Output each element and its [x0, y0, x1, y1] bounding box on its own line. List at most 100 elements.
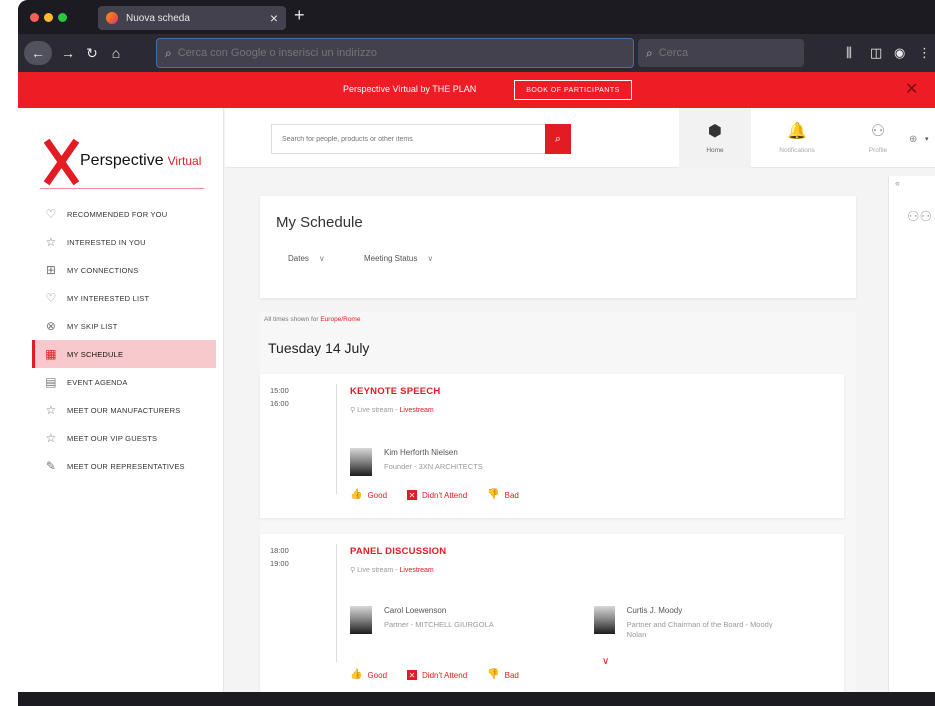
meeting-status-filter[interactable]: Meeting Status ∨ [364, 254, 433, 263]
calendar-clock-icon: ▦ [45, 347, 57, 361]
language-dropdown-icon[interactable]: ▾ [925, 135, 929, 143]
speaker[interactable]: Carol Loewenson Partner - MITCHELL GIURG… [350, 606, 494, 634]
good-button[interactable]: 👍 Good [350, 670, 387, 680]
nav-toolbar: ← → ↻ ⌂ ⌕ ⌕ ⫼ ◫ ◉ ⋮ [18, 34, 935, 72]
day-heading: Tuesday 14 July [268, 340, 370, 356]
chevron-down-icon: ∨ [427, 254, 434, 263]
event-title[interactable]: PANEL DISCUSSION [350, 546, 446, 557]
event-times: 18:00 19:00 [270, 544, 289, 570]
speaker[interactable]: Curtis J. Moody Partner and Chairman of … [594, 606, 784, 640]
browser-search-box[interactable]: ⌕ [638, 39, 804, 67]
forward-button[interactable]: → [58, 43, 78, 63]
event-location: ⚲ Live stream - Livestream [350, 407, 434, 414]
user-icon: ⚇ [870, 122, 886, 140]
sidebar-item-event-agenda[interactable]: ▤ EVENT AGENDA [32, 368, 216, 396]
header-nav-profile[interactable]: ⚇ Profile [851, 108, 905, 168]
didnt-attend-button[interactable]: ✕ Didn't Attend [407, 670, 467, 680]
speaker-name: Kim Herforth Nielsen [384, 448, 458, 457]
brand-name: Perspective Virtual [80, 152, 202, 169]
book-of-participants-button[interactable]: BOOK OF PARTICIPANTS [514, 80, 632, 100]
thumbs-down-icon: 👎 [487, 669, 500, 680]
header-nav-home[interactable]: ⬢ Home [679, 108, 751, 168]
thumbs-up-icon: 👍 [350, 669, 363, 680]
star-icon: ☆ [45, 431, 57, 445]
sidebar-icon[interactable]: ◫ [870, 45, 882, 61]
bad-button[interactable]: 👎 Bad [487, 670, 519, 680]
people-search[interactable]: ⌕ [271, 124, 571, 154]
timezone-note: All times shown for Europe/Rome [264, 316, 361, 323]
bad-button[interactable]: 👎 Bad [487, 490, 519, 500]
close-tab-icon[interactable]: × [270, 11, 278, 25]
people-icon[interactable]: ⚇⚇ [907, 208, 932, 225]
speaker-role: Partner and Chairman of the Board - Mood… [626, 620, 773, 639]
globe-icon[interactable]: ⊕ [909, 134, 917, 145]
browser-search-input[interactable] [658, 47, 796, 59]
good-button[interactable]: 👍 Good [350, 490, 387, 500]
event-start-time: 15:00 [270, 386, 289, 395]
home-button[interactable]: ⌂ [106, 43, 126, 63]
didnt-attend-button[interactable]: ✕ Didn't Attend [407, 490, 467, 500]
right-panel: « ⚇⚇ [888, 176, 935, 692]
event-card-panel: 18:00 19:00 PANEL DISCUSSION ⚲ Live stre… [260, 534, 844, 692]
sidebar-item-my-schedule[interactable]: ▦ MY SCHEDULE [32, 340, 216, 368]
tab-strip: Nuova scheda × + [18, 0, 935, 34]
search-icon: ⌕ [646, 45, 653, 60]
event-card-keynote: 15:00 16:00 KEYNOTE SPEECH ⚲ Live stream… [260, 374, 844, 518]
avatar [350, 448, 372, 476]
edit-icon: ✎ [45, 459, 57, 473]
collapse-panel-icon[interactable]: « [895, 178, 900, 188]
perspective-logo[interactable]: Perspective Virtual [40, 138, 210, 186]
header-nav-label: Notifications [779, 146, 815, 154]
sidebar-item-meet-our-manufacturers[interactable]: ☆ MEET OUR MANUFACTURERS [32, 396, 216, 424]
dates-filter[interactable]: Dates ∨ [288, 254, 325, 263]
livestream-link[interactable]: Livestream [399, 407, 433, 414]
library-icon[interactable]: ⫼ [846, 45, 852, 61]
event-divider [336, 384, 337, 494]
account-icon[interactable]: ◉ [894, 45, 905, 61]
page-header: ⌕ ⬢ Home 🔔 Notifications ⚇ Profile ⊕ ▾ [225, 108, 935, 168]
close-window-button[interactable] [30, 13, 39, 22]
event-title[interactable]: KEYNOTE SPEECH [350, 386, 440, 397]
sidebar-item-label: MY INTERESTED LIST [67, 293, 150, 303]
sidebar: Perspective Virtual ♡ RECOMMENDED FOR YOU ☆… [18, 108, 224, 692]
reload-button[interactable]: ↻ [82, 43, 102, 63]
sidebar-item-meet-our-representatives[interactable]: ✎ MEET OUR REPRESENTATIVES [32, 452, 216, 480]
search-button[interactable]: ⌕ [545, 124, 571, 154]
timezone-link[interactable]: Europe/Rome [320, 316, 360, 323]
livestream-link[interactable]: Livestream [399, 567, 433, 574]
heart-list-icon: ♡ [45, 291, 57, 305]
banner-text: Perspective Virtual by THE PLAN [343, 84, 477, 94]
sidebar-item-label: EVENT AGENDA [67, 377, 128, 387]
sidebar-item-my-interested-list[interactable]: ♡ MY INTERESTED LIST [32, 284, 216, 312]
x-box-icon: ✕ [407, 490, 418, 500]
sidebar-item-my-skip-list[interactable]: ⊗ MY SKIP LIST [32, 312, 216, 340]
sidebar-item-meet-our-vip-guests[interactable]: ☆ MEET OUR VIP GUESTS [32, 424, 216, 452]
sidebar-item-label: MEET OUR VIP GUESTS [67, 433, 158, 443]
back-button[interactable]: ← [24, 41, 52, 65]
sidebar-menu: ♡ RECOMMENDED FOR YOU ☆ INTERESTED IN YOU ⊞ M… [32, 200, 216, 480]
browser-tab[interactable]: Nuova scheda × [98, 6, 286, 30]
menu-icon[interactable]: ⋮ [918, 45, 931, 61]
speaker[interactable]: Kim Herforth Nielsen Founder - 3XN ARCHI… [350, 448, 483, 476]
banner-close-icon[interactable]: ✕ [905, 81, 918, 99]
minimize-window-button[interactable] [44, 13, 53, 22]
browser-window: Nuova scheda × + ← → ↻ ⌂ ⌕ ⌕ ⫼ ◫ ◉ ⋮ Per… [18, 0, 935, 706]
speaker-role: Partner - MITCHELL GIURGOLA [384, 620, 494, 629]
url-bar[interactable]: ⌕ [156, 38, 634, 68]
event-banner: Perspective Virtual by THE PLAN BOOK OF … [18, 72, 935, 108]
home-icon: ⬢ [708, 122, 722, 140]
event-location: ⚲ Live stream - Livestream [350, 567, 434, 574]
url-input[interactable] [177, 47, 625, 59]
header-nav-notifications[interactable]: 🔔 Notifications [753, 108, 841, 168]
sidebar-item-my-connections[interactable]: ⊞ MY CONNECTIONS [32, 256, 216, 284]
sidebar-item-interested-in-you[interactable]: ☆ INTERESTED IN YOU [32, 228, 216, 256]
avatar [350, 606, 372, 634]
header-nav-label: Profile [868, 146, 888, 154]
sidebar-item-label: MEET OUR REPRESENTATIVES [67, 461, 185, 471]
expand-chevron-icon[interactable]: ∨ [602, 656, 609, 667]
new-tab-button[interactable]: + [294, 6, 305, 24]
thumbs-up-icon: 👍 [350, 489, 363, 500]
people-search-input[interactable] [272, 125, 545, 153]
sidebar-item-recommended-for-you[interactable]: ♡ RECOMMENDED FOR YOU [32, 200, 216, 228]
zoom-window-button[interactable] [58, 13, 67, 22]
